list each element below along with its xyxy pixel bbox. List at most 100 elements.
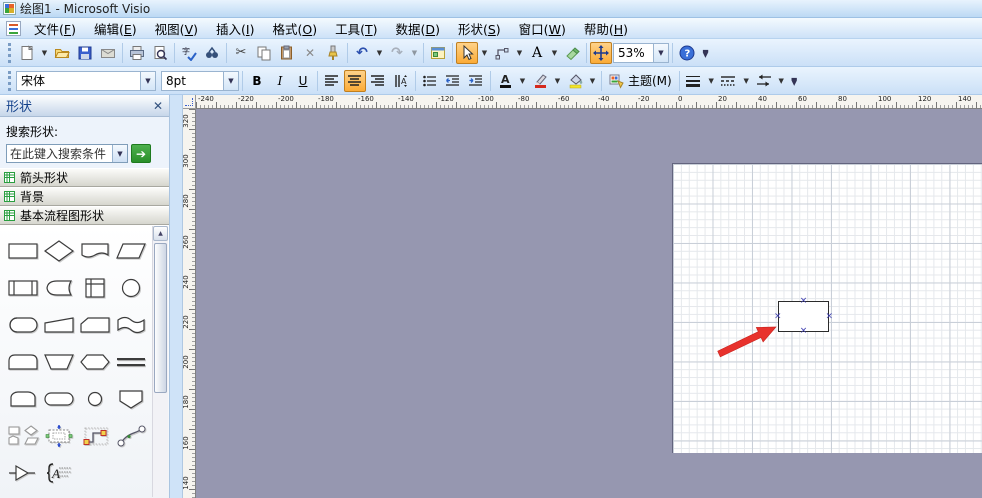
shapes-window-button[interactable] xyxy=(427,42,449,64)
stencil-shape-direct-data[interactable] xyxy=(5,306,41,343)
stencil-shape-auto-size-box[interactable] xyxy=(41,417,77,454)
paste-button[interactable] xyxy=(276,42,298,64)
text-direction-button[interactable]: A xyxy=(390,70,412,92)
print-preview-button[interactable] xyxy=(149,42,171,64)
fill-color-dropdown-icon[interactable]: ▼ xyxy=(587,70,598,92)
research-button[interactable] xyxy=(201,42,223,64)
menu-item-0[interactable]: 文件(F) xyxy=(25,17,85,40)
line-color-dropdown-icon[interactable]: ▼ xyxy=(552,70,563,92)
underline-button[interactable]: U xyxy=(292,70,314,92)
bold-button[interactable]: B xyxy=(246,70,268,92)
redo-dropdown-icon[interactable]: ▼ xyxy=(409,42,420,64)
line-ends-dropdown-icon[interactable]: ▼ xyxy=(776,70,787,92)
font-color-dropdown-icon[interactable]: ▼ xyxy=(517,70,528,92)
fill-color-button[interactable] xyxy=(564,70,586,92)
scrollbar-thumb[interactable] xyxy=(154,243,167,393)
stencil-shape-dynamic-connector[interactable] xyxy=(77,417,113,454)
connector-tool-button[interactable] xyxy=(491,42,513,64)
stencil-shape-merge-triangle[interactable] xyxy=(5,454,41,491)
delete-button[interactable]: ✕ xyxy=(299,42,321,64)
zoom-dropdown-icon[interactable]: ▼ xyxy=(653,43,668,62)
stencil-shape-internal-storage[interactable] xyxy=(77,269,113,306)
drawing-canvas[interactable]: × × × × xyxy=(196,109,982,498)
menu-item-9[interactable]: 帮助(H) xyxy=(575,17,637,40)
print-button[interactable] xyxy=(126,42,148,64)
stencil-scrollbar[interactable]: ▲ xyxy=(152,226,168,497)
stencil-shape-manual-operation[interactable] xyxy=(41,343,77,380)
theme-button[interactable]: 主题(M) xyxy=(605,70,676,92)
increase-indent-button[interactable] xyxy=(465,70,487,92)
ink-tool-button[interactable] xyxy=(561,42,583,64)
spelling-button[interactable]: 字 xyxy=(178,42,200,64)
search-dropdown-icon[interactable]: ▼ xyxy=(112,145,127,162)
menu-item-8[interactable]: 窗口(W) xyxy=(510,17,575,40)
line-weight-dropdown-icon[interactable]: ▼ xyxy=(706,70,717,92)
stencil-shape-manual-input[interactable] xyxy=(41,306,77,343)
save-button[interactable] xyxy=(74,42,96,64)
menu-item-1[interactable]: 编辑(E) xyxy=(85,17,146,40)
stencil-shape-preparation[interactable] xyxy=(77,343,113,380)
pointer-tool-dropdown-icon[interactable]: ▼ xyxy=(479,42,490,64)
new-document-button[interactable] xyxy=(16,42,38,64)
menu-item-6[interactable]: 数据(D) xyxy=(387,17,449,40)
shape-search-input[interactable] xyxy=(7,145,112,162)
mail-button[interactable] xyxy=(97,42,119,64)
new-document-dropdown-icon[interactable]: ▼ xyxy=(39,42,50,64)
stencil-shape-rectangle[interactable] xyxy=(5,232,41,269)
stencil-shape-document[interactable] xyxy=(77,232,113,269)
stencil-shape-on-page-connector[interactable] xyxy=(77,380,113,417)
search-go-button[interactable]: ➔ xyxy=(131,144,151,163)
flowchart-rectangle-shape[interactable]: × × × × xyxy=(774,297,833,336)
align-right-button[interactable] xyxy=(367,70,389,92)
undo-dropdown-icon[interactable]: ▼ xyxy=(374,42,385,64)
stencil-section-basic-flowchart[interactable]: 基本流程图形状 xyxy=(0,206,169,225)
stencil-shape-parallel-lines[interactable] xyxy=(113,343,149,380)
redo-button[interactable]: ↷ xyxy=(386,42,408,64)
stencil-section-arrow-shapes[interactable]: 箭头形状 xyxy=(0,168,169,187)
stencil-shape-diamond[interactable] xyxy=(41,232,77,269)
stencil-section-backgrounds[interactable]: 背景 xyxy=(0,187,169,206)
italic-button[interactable]: I xyxy=(269,70,291,92)
stencil-shape-circle[interactable] xyxy=(113,269,149,306)
zoom-combobox[interactable]: 53% ▼ xyxy=(613,42,669,63)
stencil-shape-display[interactable] xyxy=(41,269,77,306)
panel-resize-strip[interactable] xyxy=(170,95,183,498)
text-tool-dropdown-icon[interactable]: ▼ xyxy=(549,42,560,64)
font-size-dropdown-icon[interactable]: ▼ xyxy=(223,71,238,90)
align-left-button[interactable] xyxy=(321,70,343,92)
line-pattern-dropdown-icon[interactable]: ▼ xyxy=(741,70,752,92)
pan-zoom-button[interactable] xyxy=(590,41,612,64)
cut-button[interactable]: ✂ xyxy=(230,42,252,64)
stencil-shape-stored-data[interactable] xyxy=(5,380,41,417)
stencil-shape-curve-connector[interactable] xyxy=(113,417,149,454)
line-weight-button[interactable] xyxy=(683,70,705,92)
toolbar-grip[interactable] xyxy=(8,70,11,91)
font-color-button[interactable]: A xyxy=(494,70,516,92)
stencil-shape-terminator[interactable] xyxy=(41,380,77,417)
line-ends-button[interactable] xyxy=(753,70,775,92)
line-color-button[interactable] xyxy=(529,70,551,92)
font-dropdown-icon[interactable]: ▼ xyxy=(140,71,155,90)
line-pattern-button[interactable] xyxy=(718,70,740,92)
toolbar-overflow-icon[interactable]: ▬ ▼ xyxy=(788,69,801,93)
connector-tool-dropdown-icon[interactable]: ▼ xyxy=(514,42,525,64)
stencil-shape-paper-tape[interactable] xyxy=(113,306,149,343)
stencil-shape-predefined-process[interactable] xyxy=(5,269,41,306)
pointer-tool-button[interactable] xyxy=(456,41,478,64)
drawing-page[interactable]: × × × × xyxy=(672,163,982,453)
menu-item-4[interactable]: 格式(O) xyxy=(263,17,326,40)
stencil-shape-parallelogram[interactable] xyxy=(113,232,149,269)
menu-item-7[interactable]: 形状(S) xyxy=(449,17,510,40)
stencil-shape-card[interactable] xyxy=(77,306,113,343)
undo-button[interactable]: ↶ xyxy=(351,42,373,64)
format-painter-button[interactable] xyxy=(322,42,344,64)
scroll-up-icon[interactable]: ▲ xyxy=(153,226,168,241)
stencil-shape-annotation[interactable]: A xyxy=(41,454,77,491)
help-button[interactable]: ? xyxy=(676,42,698,64)
align-center-button[interactable] xyxy=(344,69,366,92)
decrease-indent-button[interactable] xyxy=(442,70,464,92)
copy-button[interactable] xyxy=(253,42,275,64)
stencil-shape-delay[interactable] xyxy=(5,343,41,380)
toolbar-overflow-icon[interactable]: ▬ ▼ xyxy=(699,41,712,65)
menu-item-5[interactable]: 工具(T) xyxy=(326,17,386,40)
